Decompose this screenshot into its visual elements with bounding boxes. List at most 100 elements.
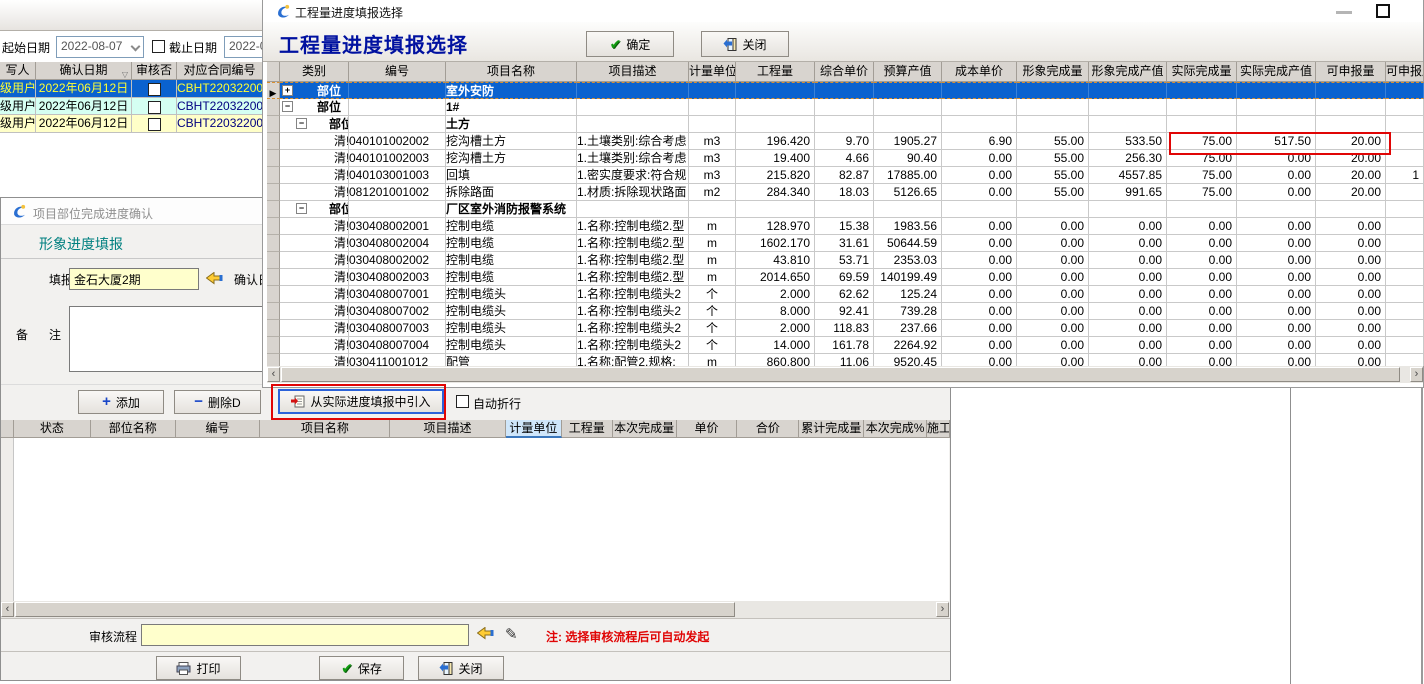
print-button[interactable]: 打印 (156, 656, 241, 680)
cell-selector (267, 354, 280, 366)
bg-table-row[interactable]: 级用户2022年06月12日CBHT220322002 (0, 98, 263, 116)
grid-header-unit-price[interactable]: 综合单价 (815, 62, 874, 82)
grid-row[interactable]: 清!030408007001控制电缆头1.名称:控制电缆头2个2.00062.6… (267, 286, 1424, 303)
close-button[interactable]: 关闭 (418, 656, 504, 680)
confirm-header-qty[interactable]: 工程量 (562, 420, 613, 438)
add-button[interactable]: + 添加 (78, 390, 164, 414)
cell-code (349, 116, 446, 133)
cell-unit-price: 118.83 (815, 320, 874, 337)
grid-row[interactable]: 清!030408007002控制电缆头1.名称:控制电缆头2个8.00092.4… (267, 303, 1424, 320)
cell-audit (132, 115, 177, 133)
grid-header-qty[interactable]: 工程量 (736, 62, 815, 82)
bg-header-filler[interactable]: 写人 (0, 62, 36, 80)
cell-category: 清! (280, 354, 349, 366)
expand-plus-icon[interactable]: + (282, 85, 293, 96)
hand-picker-icon[interactable] (206, 272, 223, 286)
scroll-left-icon[interactable]: ‹ (267, 367, 280, 382)
bg-header-confirm-date[interactable]: 确认日期▽ (36, 62, 132, 80)
scroll-left-icon[interactable]: ‹ (1, 602, 14, 617)
audit-checkbox[interactable] (148, 83, 161, 96)
ok-button[interactable]: ✔ 确定 (586, 31, 674, 57)
confirm-hscrollbar[interactable]: ‹ › (1, 601, 949, 618)
grid-row[interactable]: 清!040103001003回填1.密实度要求:符合规m3215.82082.8… (267, 167, 1424, 184)
cell-claim-qty: 0.00 (1316, 252, 1386, 269)
grid-row[interactable]: −部位1# (267, 99, 1424, 116)
edit-pen-icon[interactable]: ✎ (505, 625, 518, 643)
scroll-right-icon[interactable]: › (1410, 367, 1423, 382)
hand-picker-icon[interactable] (477, 627, 494, 641)
bg-table-row[interactable]: 级用户2022年06月12日CBHT220322002 (0, 115, 263, 133)
cell-claim-qty: 0.00 (1316, 218, 1386, 235)
grid-row[interactable]: 清!030408002004控制电缆1.名称:控制电缆2.型m1602.1703… (267, 235, 1424, 252)
confirm-header-current-pct[interactable]: 本次完成% (864, 420, 927, 438)
grid-row[interactable]: 清!030411001012配管1.名称:配管2.规格:m860.80011.0… (267, 354, 1424, 366)
grid-row[interactable]: 清!030408002002控制电缆1.名称:控制电缆2.型m43.81053.… (267, 252, 1424, 269)
grid-header-actual-qty[interactable]: 实际完成量 (1167, 62, 1237, 82)
confirm-header-construction[interactable]: 施工 (927, 420, 950, 438)
grid-row[interactable]: 清!081201001002拆除路面1.材质:拆除现状路面m2284.34018… (267, 184, 1424, 201)
confirm-header-desc[interactable]: 项目描述 (390, 420, 506, 438)
bg-header-contract-no[interactable]: 对应合同编号 (177, 62, 263, 80)
grid-row[interactable]: ▶+部位室外安防 (267, 82, 1424, 99)
grid-header-budget-value[interactable]: 预算产值 (874, 62, 942, 82)
grid-row[interactable]: 清!030408007004控制电缆头1.名称:控制电缆头2个14.000161… (267, 337, 1424, 354)
cell-category: 清! (280, 167, 349, 184)
project-input[interactable] (69, 268, 199, 290)
confirm-header-selector (1, 420, 14, 438)
bg-header-audit[interactable]: 审核否 (132, 62, 177, 80)
confirm-header-code[interactable]: 编号 (176, 420, 261, 438)
grid-header-name[interactable]: 项目名称 (446, 62, 577, 82)
cell-cost-price: 0.00 (942, 167, 1017, 184)
cell-actual-value: 0.00 (1237, 167, 1316, 184)
grid-row[interactable]: −部位厂区室外消防报警系统 (267, 201, 1424, 218)
start-date-combo[interactable]: 2022-08-07 (56, 36, 144, 58)
grid-header-claim-ext[interactable]: 可申报产值 (1386, 62, 1424, 82)
minimize-icon[interactable] (1336, 11, 1352, 14)
grid-row[interactable]: −部位土方 (267, 116, 1424, 133)
confirm-header-unit[interactable]: 计量单位 (506, 420, 562, 438)
grid-header-claim-qty[interactable]: 可申报量 (1316, 62, 1386, 82)
maximize-icon[interactable] (1376, 4, 1390, 18)
scroll-thumb[interactable] (15, 602, 735, 617)
review-flow-input[interactable] (141, 624, 469, 646)
confirm-header-name[interactable]: 项目名称 (260, 420, 390, 438)
audit-checkbox[interactable] (148, 101, 161, 114)
end-date-checkbox[interactable] (152, 40, 165, 53)
close-button[interactable]: 关闭 (701, 31, 789, 57)
sort-filter-icon[interactable]: ▽ (122, 66, 128, 80)
dialog-titlebar[interactable]: 工程量进度填报选择 (263, 0, 1423, 22)
grid-header-code[interactable]: 编号 (349, 62, 446, 82)
grid-header-actual-value[interactable]: 实际完成产值 (1237, 62, 1316, 82)
confirm-header-part-name[interactable]: 部位名称 (91, 420, 176, 438)
cell-qty: 2.000 (736, 320, 815, 337)
scroll-right-icon[interactable]: › (936, 602, 949, 617)
confirm-header-cumulative-qty[interactable]: 累计完成量 (799, 420, 864, 438)
grid-header-img-qty[interactable]: 形象完成量 (1017, 62, 1089, 82)
audit-checkbox[interactable] (148, 118, 161, 131)
dialog-hscrollbar[interactable]: ‹ › (267, 366, 1423, 383)
confirm-grid-body[interactable] (1, 438, 949, 601)
bg-table-row[interactable]: 级用户2022年06月12日CBHT220322002 (0, 80, 263, 98)
collapse-minus-icon[interactable]: − (296, 203, 307, 214)
cell-confirm-date: 2022年06月12日 (36, 98, 132, 116)
confirm-header-status[interactable]: 状态 (14, 420, 91, 438)
scroll-thumb[interactable] (281, 367, 1400, 382)
collapse-minus-icon[interactable]: − (282, 101, 293, 112)
dialog-header-band: 工程量进度填报选择 ✔ 确定 关闭 (263, 22, 1423, 62)
grid-row[interactable]: 清!030408002003控制电缆1.名称:控制电缆2.型m2014.6506… (267, 269, 1424, 286)
grid-row[interactable]: 清!030408007003控制电缆头1.名称:控制电缆头2个2.000118.… (267, 320, 1424, 337)
grid-header-cost-price[interactable]: 成本单价 (942, 62, 1017, 82)
confirm-header-current-qty[interactable]: 本次完成量 (613, 420, 677, 438)
grid-header-img-value[interactable]: 形象完成产值 (1089, 62, 1167, 82)
grid-header-selector (267, 62, 280, 82)
grid-row[interactable]: 清!030408002001控制电缆1.名称:控制电缆2.型m128.97015… (267, 218, 1424, 235)
confirm-header-unit-price[interactable]: 单价 (677, 420, 738, 438)
delete-button[interactable]: − 删除D (174, 390, 261, 414)
grid-header-unit[interactable]: 计量单位 (689, 62, 736, 82)
grid-header-category[interactable]: 类别 (280, 62, 349, 82)
autowrap-checkbox[interactable] (456, 395, 469, 408)
confirm-header-total-price[interactable]: 合价 (737, 420, 799, 438)
collapse-minus-icon[interactable]: − (296, 118, 307, 129)
grid-header-desc[interactable]: 项目描述 (577, 62, 689, 82)
save-button[interactable]: ✔ 保存 (319, 656, 404, 680)
